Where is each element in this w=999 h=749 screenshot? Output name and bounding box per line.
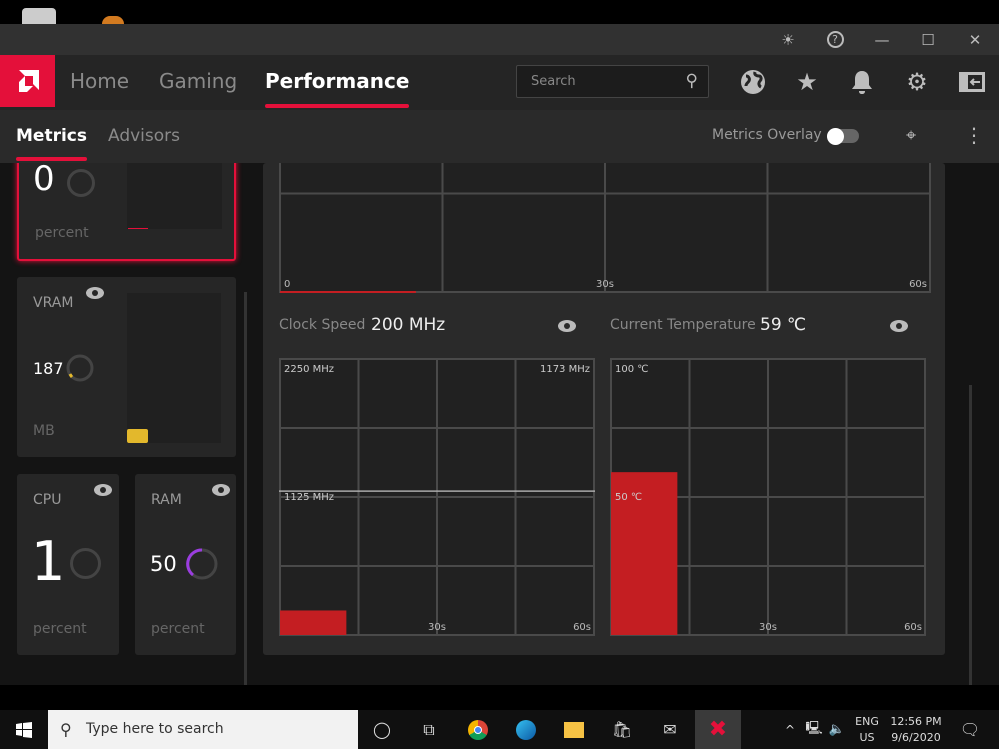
gear-icon[interactable]: ⚙ bbox=[902, 67, 932, 97]
eye-icon[interactable] bbox=[85, 286, 105, 300]
clock-speed-value: 200 MHz bbox=[371, 315, 446, 335]
y-max-label: 2250 MHz bbox=[284, 364, 334, 375]
amd-logo[interactable] bbox=[0, 55, 55, 107]
clock-speed-chart: 030s60s2250 MHz1125 MHz1173 MHz bbox=[279, 358, 595, 636]
gpu-utilization-card[interactable]: 0 percent bbox=[17, 163, 236, 261]
task-view-icon[interactable]: ⧉ bbox=[409, 710, 449, 749]
gpu-gauge bbox=[67, 169, 95, 197]
tab-performance[interactable]: Performance bbox=[265, 55, 410, 110]
metrics-overlay-toggle[interactable] bbox=[827, 127, 859, 145]
cpu-label: CPU bbox=[33, 492, 62, 508]
y-mid-label: 50 ℃ bbox=[615, 492, 642, 503]
y-max-label: 100 ℃ bbox=[615, 364, 649, 375]
clock-speed-title: Clock Speed bbox=[279, 317, 366, 333]
desktop-icon bbox=[22, 8, 56, 24]
taskbar: ⚲ Type here to search ◯ ⧉ 🛍 ✉ ✖ ^ 🖳 🔈 ENG… bbox=[0, 710, 999, 749]
y-mid-label: 1125 MHz bbox=[284, 492, 334, 503]
gpu-value: 0 bbox=[33, 163, 55, 199]
search-icon[interactable]: ⚲ bbox=[686, 66, 698, 97]
search-input[interactable]: Search ⚲ bbox=[516, 65, 709, 98]
vram-label: VRAM bbox=[33, 295, 74, 311]
mail-icon[interactable]: ✉ bbox=[650, 710, 690, 749]
vram-value: 187 bbox=[33, 359, 64, 378]
charts-panel: 0 30s 60s Clock Speed 200 MHz Current Temp… bbox=[263, 163, 945, 655]
ram-card[interactable]: RAM 50 percent bbox=[135, 474, 236, 655]
x-tick-label: 0 bbox=[284, 279, 290, 290]
tab-advisors[interactable]: Advisors bbox=[108, 110, 180, 163]
x-tick-label: 30s bbox=[759, 622, 777, 633]
cpu-unit: percent bbox=[33, 621, 87, 637]
search-icon: ⚲ bbox=[60, 720, 72, 739]
x-tick-label: 60s bbox=[904, 622, 922, 633]
close-button[interactable]: ✕ bbox=[957, 24, 993, 55]
help-icon[interactable]: ? bbox=[826, 31, 844, 48]
volume-icon[interactable]: 🔈 bbox=[826, 710, 848, 749]
show-hidden-icons[interactable]: ^ bbox=[780, 710, 800, 749]
notifications-icon[interactable]: 🗨 bbox=[950, 710, 990, 749]
file-explorer-icon[interactable] bbox=[554, 710, 594, 749]
taskbar-search-input[interactable]: ⚲ Type here to search bbox=[48, 710, 358, 749]
bug-report-icon[interactable]: ☀ bbox=[770, 24, 806, 55]
cpu-value: 1 bbox=[31, 530, 66, 593]
eye-icon[interactable] bbox=[557, 319, 577, 333]
ram-label: RAM bbox=[151, 492, 182, 508]
tab-home[interactable]: Home bbox=[70, 55, 129, 110]
x-tick-label: 60s bbox=[573, 622, 591, 633]
temperature-chart: 030s60s100 ℃50 ℃ bbox=[610, 358, 926, 636]
sidebar-toggle-icon[interactable] bbox=[957, 67, 987, 97]
maximize-button[interactable]: ☐ bbox=[910, 24, 946, 55]
vram-unit: MB bbox=[33, 423, 55, 439]
title-bar: ☀ ? — ☐ ✕ bbox=[0, 24, 999, 55]
right-scrollbar[interactable] bbox=[969, 385, 972, 685]
vram-sparkline bbox=[127, 293, 221, 443]
vram-gauge bbox=[66, 354, 94, 382]
ram-value: 50 bbox=[150, 552, 177, 576]
cpu-card[interactable]: CPU 1 percent bbox=[17, 474, 119, 655]
x-tick-label: 30s bbox=[596, 279, 614, 290]
vram-card[interactable]: VRAM 187 MB bbox=[17, 277, 236, 457]
temperature-title: Current Temperature bbox=[610, 317, 756, 333]
language-indicator[interactable]: ENG US bbox=[852, 714, 882, 746]
minimize-button[interactable]: — bbox=[864, 24, 900, 55]
chrome-icon[interactable] bbox=[458, 710, 498, 749]
sub-nav: Metrics Advisors Metrics Overlay ⌖ ⋮ bbox=[0, 110, 999, 163]
search-placeholder: Search bbox=[531, 74, 576, 89]
ram-gauge bbox=[186, 548, 218, 580]
data-bar bbox=[280, 610, 347, 635]
cortana-icon[interactable]: ◯ bbox=[362, 710, 402, 749]
metrics-overlay-label: Metrics Overlay bbox=[712, 127, 822, 143]
top-chart: 0 30s 60s bbox=[279, 163, 931, 293]
metrics-content: 0 percent VRAM 187 MB CPU 1 percent RAM … bbox=[0, 163, 999, 685]
gpu-sparkline bbox=[127, 163, 222, 229]
desktop-icon bbox=[102, 16, 124, 24]
temperature-value: 59 ℃ bbox=[760, 315, 807, 335]
tab-gaming[interactable]: Gaming bbox=[159, 55, 237, 110]
windows-start-icon[interactable] bbox=[4, 710, 44, 749]
x-tick-label: 30s bbox=[428, 622, 446, 633]
gpu-unit: percent bbox=[35, 225, 89, 241]
amd-software-taskbar-icon[interactable]: ✖ bbox=[695, 710, 741, 749]
average-label: 1173 MHz bbox=[540, 364, 590, 375]
x-tick-label: 60s bbox=[909, 279, 927, 290]
eye-icon[interactable] bbox=[211, 483, 231, 497]
left-scrollbar[interactable] bbox=[244, 292, 247, 685]
star-icon[interactable]: ★ bbox=[792, 67, 822, 97]
network-icon[interactable]: 🖳 bbox=[802, 710, 826, 749]
edge-icon[interactable] bbox=[506, 710, 546, 749]
ram-unit: percent bbox=[151, 621, 205, 637]
clock[interactable]: 12:56 PM 9/6/2020 bbox=[886, 714, 946, 746]
globe-icon[interactable] bbox=[738, 67, 768, 97]
cpu-gauge bbox=[70, 548, 101, 579]
bell-icon[interactable] bbox=[847, 67, 877, 97]
tab-metrics[interactable]: Metrics bbox=[16, 110, 87, 163]
taskbar-search-placeholder: Type here to search bbox=[86, 721, 224, 737]
more-options-icon[interactable]: ⋮ bbox=[964, 123, 984, 147]
main-nav: Home Gaming Performance Search ⚲ ★ ⚙ bbox=[0, 55, 999, 110]
store-icon[interactable]: 🛍 bbox=[602, 710, 642, 749]
eye-icon[interactable] bbox=[93, 483, 113, 497]
crosshair-icon[interactable]: ⌖ bbox=[906, 125, 916, 146]
eye-icon[interactable] bbox=[889, 319, 909, 333]
